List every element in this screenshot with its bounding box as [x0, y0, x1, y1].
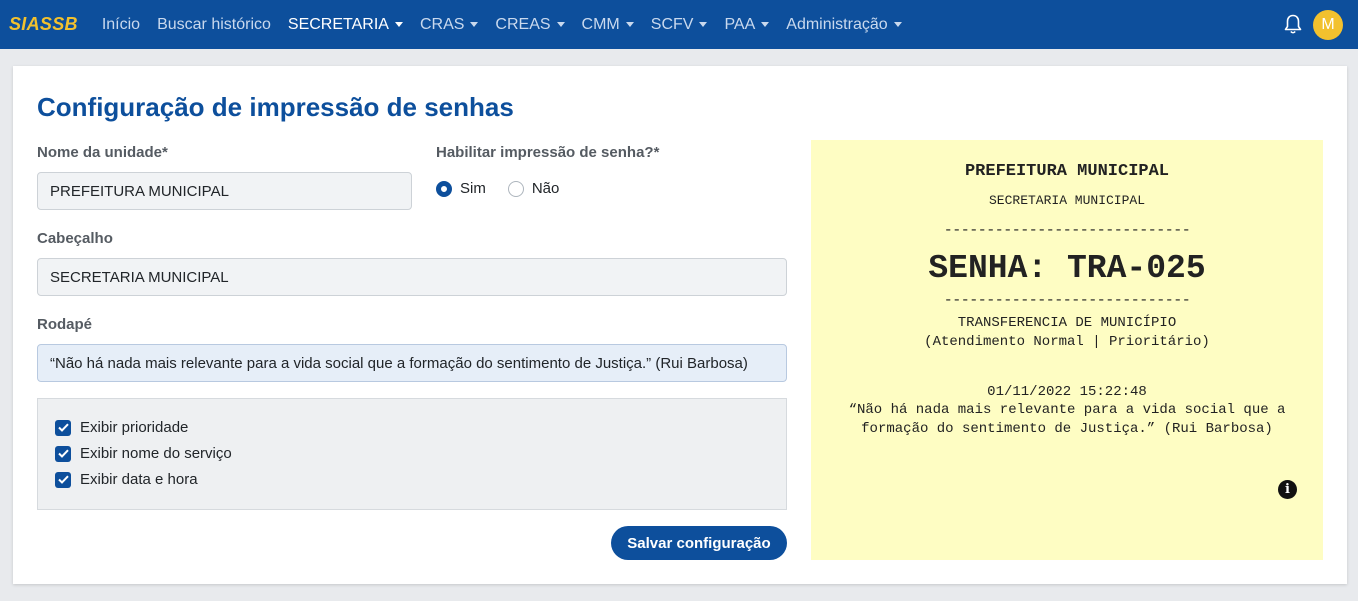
nav-item-secretaria[interactable]: SECRETARIA [288, 16, 403, 34]
nav-label: CMM [581, 15, 620, 33]
nav-label: CRAS [419, 15, 465, 33]
chevron-down-icon [893, 22, 902, 27]
nav-item-scfv[interactable]: SCFV [651, 16, 708, 34]
settings-card: Configuração de impressão de senhas Nome… [13, 66, 1347, 584]
radio-label: Sim [460, 180, 486, 197]
nav-item-paa[interactable]: PAA [724, 15, 770, 34]
radio-nao[interactable]: Não [507, 180, 560, 197]
chevron-down-icon [625, 22, 634, 27]
chevron-down-icon [394, 22, 403, 27]
nav-item-administracao[interactable]: Administração [786, 15, 902, 34]
checkbox-exibir-prioridade[interactable]: Exibir prioridade [55, 419, 188, 436]
preview-divider: ----------------------------- [943, 222, 1191, 239]
nav-item-creas[interactable]: CREAS [495, 15, 565, 34]
nav-label: SCFV [650, 15, 694, 33]
enable-print-label: Habilitar impressão de senha?* [436, 144, 660, 161]
chevron-down-icon [556, 22, 565, 27]
unit-name-label: Nome da unidade* [37, 144, 168, 161]
nav-label: CREAS [495, 15, 551, 33]
navbar-right: M [1283, 0, 1343, 49]
radio-sim[interactable]: Sim [436, 180, 486, 197]
preview-subtitle: SECRETARIA MUNICIPAL [988, 193, 1146, 208]
nav-item-cmm[interactable]: CMM [582, 16, 634, 34]
checkbox-checked-icon [55, 419, 71, 436]
checkbox-label: Exibir prioridade [80, 419, 189, 436]
chevron-down-icon [699, 22, 708, 27]
nav-item-cras[interactable]: CRAS [419, 15, 479, 34]
checkbox-exibir-nome-servico[interactable]: Exibir nome do serviço [55, 445, 232, 462]
nav-item-inicio[interactable]: Início [102, 16, 140, 34]
radio-unchecked-icon [507, 180, 524, 197]
footer-label: Rodapé [37, 316, 93, 333]
unit-name-field[interactable]: PREFEITURA MUNICIPAL [37, 172, 412, 210]
nav-label: SECRETARIA [287, 15, 389, 33]
bell-icon[interactable] [1283, 14, 1303, 36]
preview-ticket-number: SENHA: TRA-025 [928, 250, 1206, 287]
preview-datetime: 01/11/2022 15:22:48 [987, 384, 1147, 400]
nav-label: Buscar histórico [157, 15, 271, 33]
header-field[interactable]: SECRETARIA MUNICIPAL [37, 258, 787, 296]
chevron-down-icon [761, 22, 770, 27]
avatar[interactable]: M [1313, 9, 1343, 40]
header-label: Cabeçalho [37, 230, 113, 247]
checkbox-label: Exibir data e hora [80, 471, 198, 488]
preview-service: TRANSFERENCIA DE MUNICÍPIO [957, 315, 1177, 331]
preview-mode: (Atendimento Normal | Prioritário) [924, 334, 1210, 350]
checkbox-checked-icon [55, 445, 71, 462]
preview-footer-quote: “Não há nada mais relevante para a vida … [848, 402, 1286, 437]
preview-divider: ----------------------------- [943, 292, 1191, 309]
brand-logo[interactable]: SIASSB [9, 14, 78, 35]
display-options-box: Exibir prioridade Exibir nome do serviço… [37, 398, 787, 510]
checkbox-label: Exibir nome do serviço [80, 445, 232, 462]
checkbox-exibir-data-hora[interactable]: Exibir data e hora [55, 471, 198, 488]
footer-field[interactable]: “Não há nada mais relevante para a vida … [37, 344, 787, 382]
save-config-button[interactable]: Salvar configuração [611, 526, 787, 560]
checkbox-checked-icon [55, 471, 71, 488]
ticket-preview: PREFEITURA MUNICIPAL SECRETARIA MUNICIPA… [811, 140, 1323, 560]
radio-checked-icon [436, 180, 452, 197]
nav-label: PAA [724, 15, 756, 33]
preview-title: PREFEITURA MUNICIPAL [964, 162, 1170, 181]
info-icon[interactable]: i [1278, 480, 1297, 499]
enable-print-radio-group: Sim Não [436, 180, 581, 197]
nav-item-buscar-historico[interactable]: Buscar histórico [157, 16, 271, 34]
page-title: Configuração de impressão de senhas [37, 92, 514, 122]
top-navbar: SIASSB Início Buscar histórico SECRETARI… [0, 0, 1358, 49]
chevron-down-icon [470, 22, 479, 27]
nav-label: Administração [786, 15, 888, 33]
nav-label: Início [101, 15, 141, 33]
radio-label: Não [531, 180, 560, 197]
